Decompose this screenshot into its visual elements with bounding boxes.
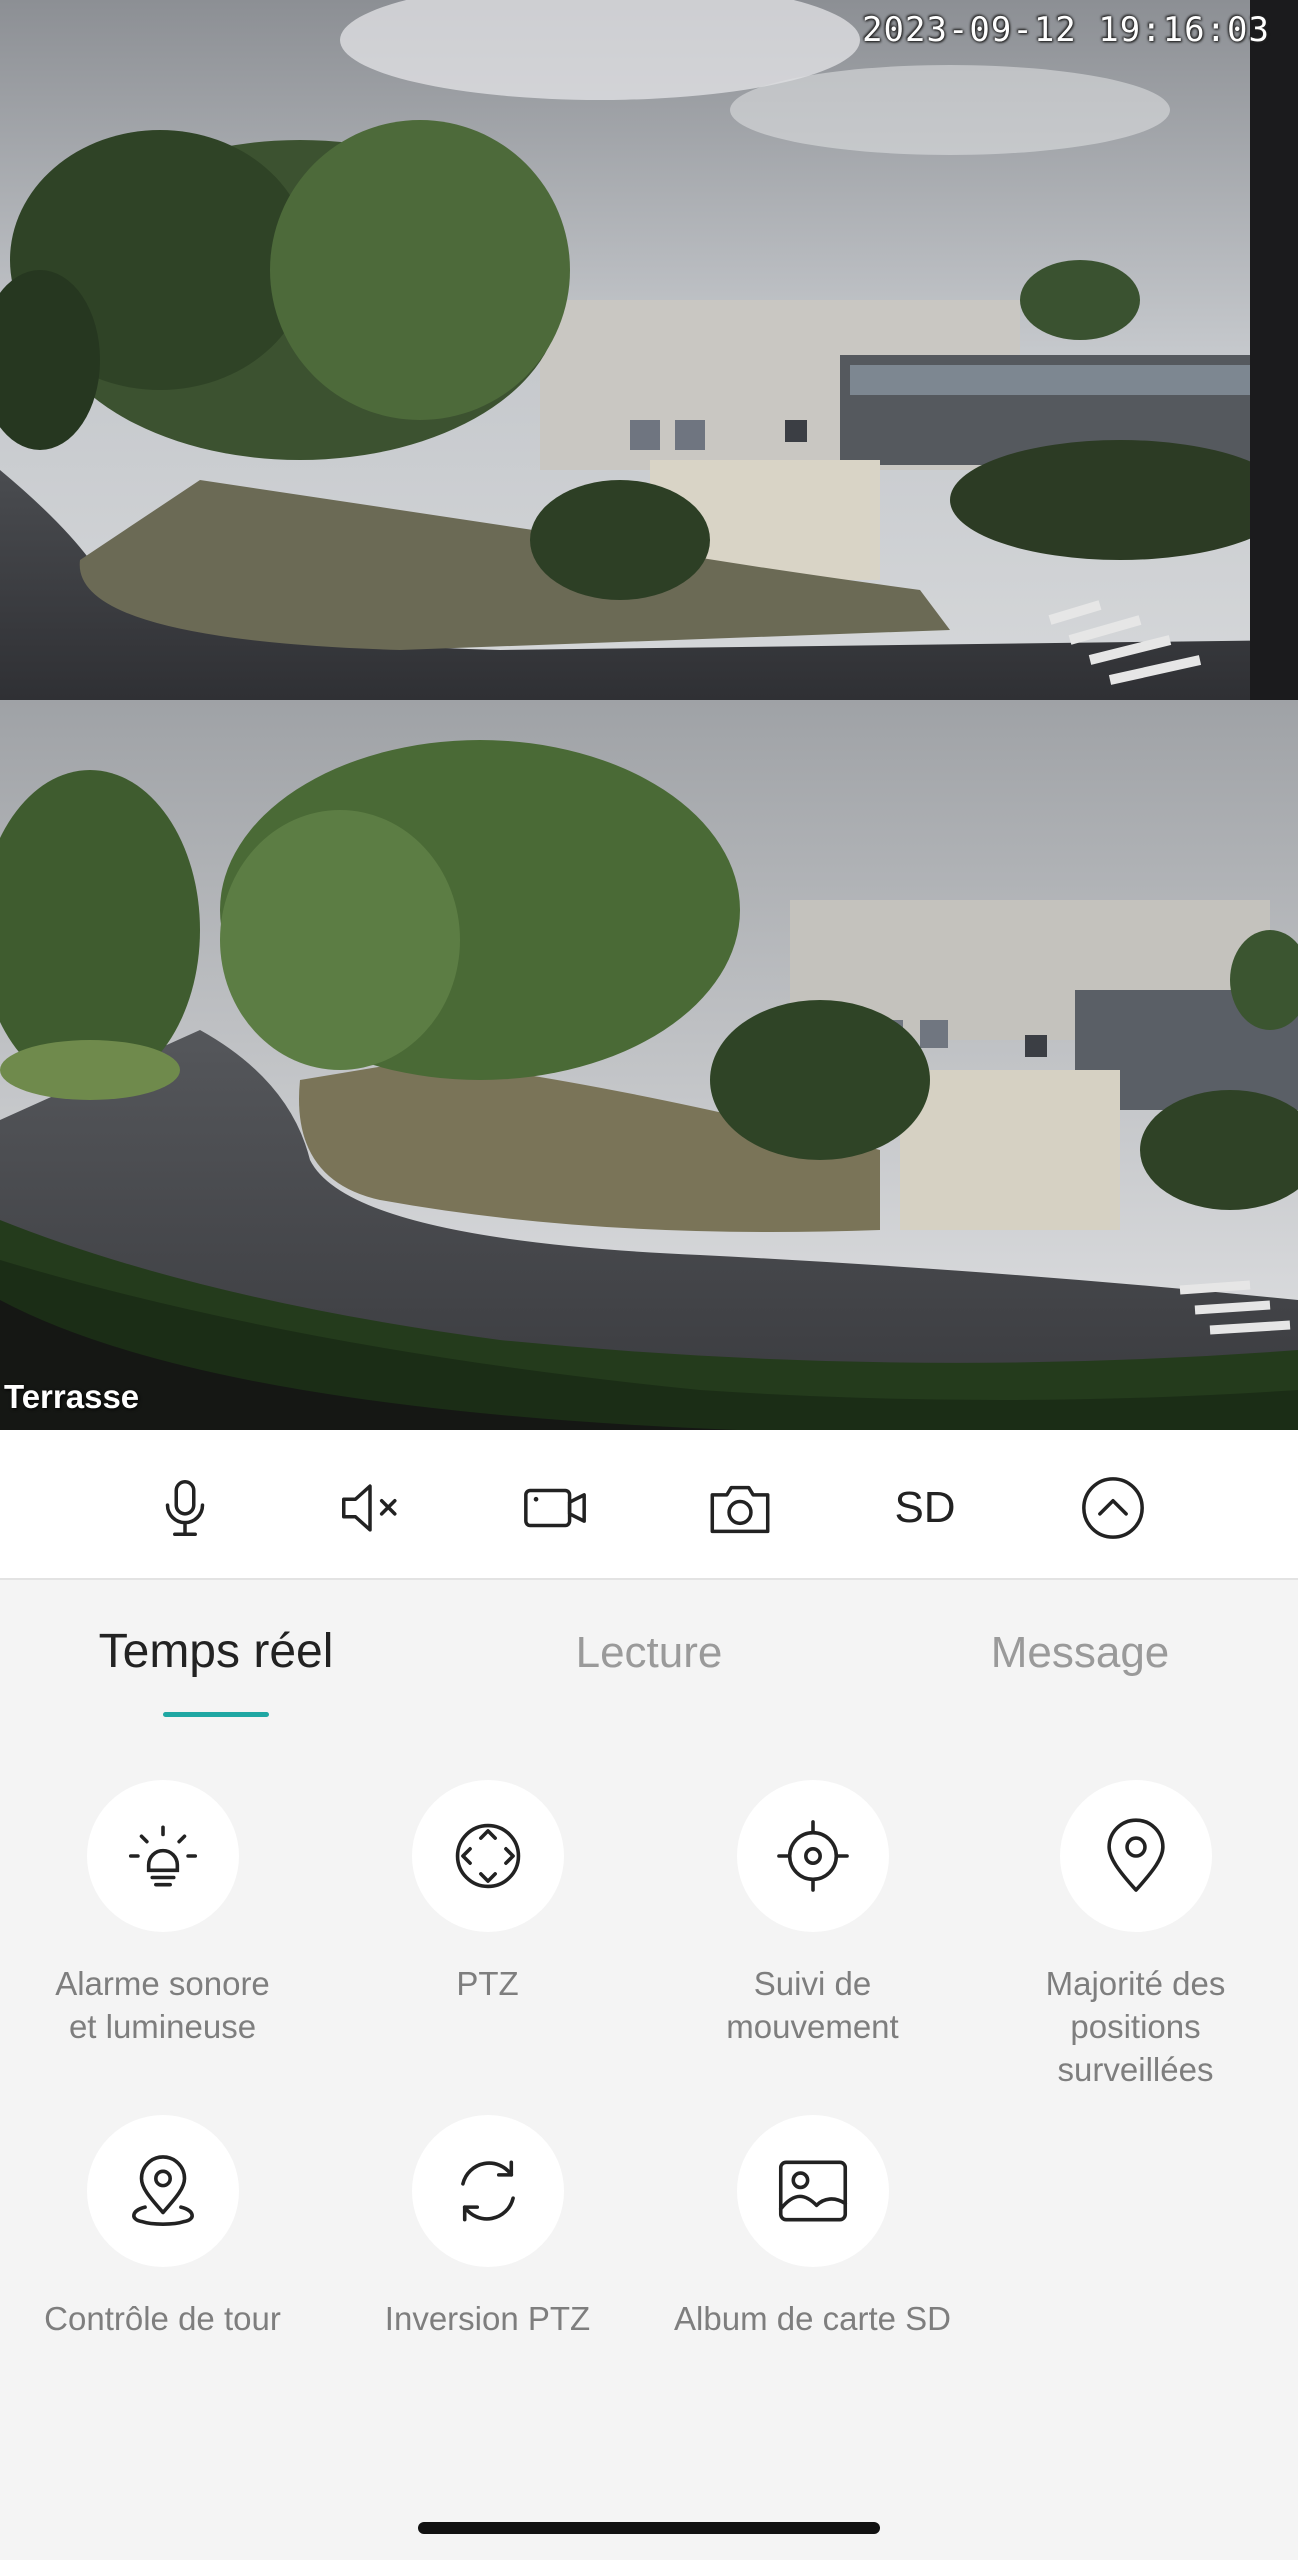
feature-sd-album-circle — [736, 2115, 889, 2267]
rotate-arrows-icon — [460, 2160, 515, 2222]
timestamp: 2023-09-12 19:16:03 — [862, 10, 1270, 50]
feature-ptz[interactable]: PTZ — [325, 1780, 650, 2005]
tab-lecture[interactable]: Lecture — [576, 1628, 723, 1678]
active-tab-indicator — [163, 1712, 269, 1717]
feature-sd-album-label: Album de carte SD — [674, 2300, 951, 2337]
camera-image-bottom — [0, 700, 1298, 1430]
tab-temps-reel[interactable]: Temps réel — [99, 1624, 334, 1679]
camera-name-label: Terrasse — [4, 1378, 140, 1415]
feature-alarm-label: Alarme sonore et lumineuse — [55, 1965, 270, 2045]
quality-label: SD — [894, 1483, 956, 1532]
feature-alarm-circle — [86, 1780, 239, 1932]
home-indicator[interactable] — [418, 2522, 880, 2534]
snapshot-button[interactable] — [700, 1468, 780, 1548]
tab-bar: Temps réel Lecture Message — [0, 1580, 1298, 1730]
feature-ptz-inversion-label: Inversion PTZ — [384, 2300, 591, 2337]
video-camera-icon — [524, 1488, 586, 1528]
picture-album-icon — [778, 2160, 847, 2222]
chevron-up-circle-icon — [1082, 1477, 1144, 1539]
feature-monitored-positions-label: Majorité des positions surveillées — [1045, 1965, 1226, 2088]
feature-tour-control-circle — [86, 2115, 239, 2267]
record-button[interactable] — [515, 1468, 595, 1548]
location-pin-icon — [1106, 1818, 1165, 1892]
alarm-light-icon — [128, 1825, 197, 1887]
feature-ptz-inversion-circle — [411, 2115, 564, 2267]
tab-message[interactable]: Message — [991, 1628, 1170, 1678]
feature-motion-tracking[interactable]: Suivi de mouvement — [650, 1780, 975, 2048]
feature-motion-tracking-circle — [736, 1780, 889, 1932]
ptz-directions-icon — [455, 1823, 520, 1889]
feature-tour-control[interactable]: Contrôle de tour — [0, 2115, 325, 2340]
motion-tracking-crosshair-icon — [776, 1820, 849, 1892]
camera-control-bar: SD — [0, 1430, 1298, 1580]
feature-tour-control-label: Contrôle de tour — [44, 2300, 281, 2337]
camera-feed-top[interactable]: 2023-09-12 19:16:03 — [0, 0, 1298, 700]
feature-alarm[interactable]: Alarme sonore et lumineuse — [0, 1780, 325, 2048]
tour-location-icon — [131, 2155, 194, 2226]
feature-monitored-positions-circle — [1059, 1780, 1212, 1932]
quality-button[interactable]: SD — [885, 1468, 965, 1548]
collapse-button[interactable] — [1073, 1468, 1153, 1548]
feature-sd-album[interactable]: Album de carte SD — [650, 2115, 975, 2340]
feature-ptz-inversion[interactable]: Inversion PTZ — [325, 2115, 650, 2340]
mute-button[interactable] — [330, 1468, 410, 1548]
camera-icon — [710, 1485, 770, 1534]
camera-feed-bottom[interactable]: Terrasse — [0, 700, 1298, 1430]
microphone-button[interactable] — [145, 1468, 225, 1548]
speaker-muted-icon — [342, 1484, 397, 1532]
feature-ptz-label: PTZ — [456, 1965, 519, 2002]
feature-motion-tracking-label: Suivi de mouvement — [726, 1965, 899, 2045]
camera-image-top — [0, 0, 1298, 700]
feature-ptz-circle — [411, 1780, 564, 1932]
feature-monitored-positions[interactable]: Majorité des positions surveillées — [973, 1780, 1298, 2091]
microphone-icon — [165, 1480, 205, 1536]
